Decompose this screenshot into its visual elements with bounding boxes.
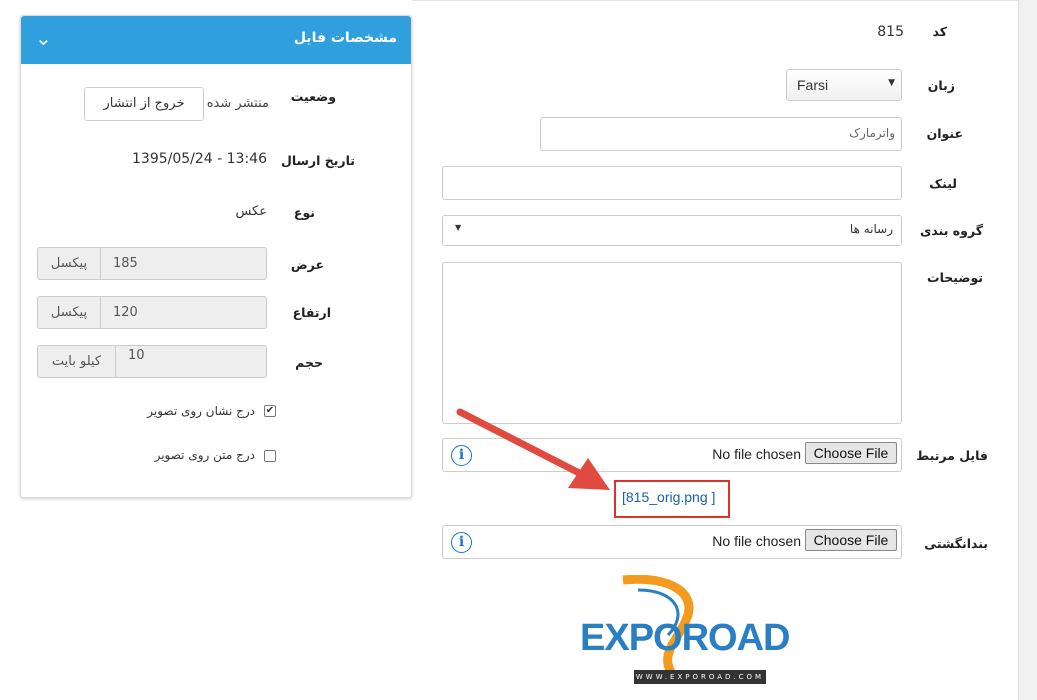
- height-value: 120: [113, 305, 138, 320]
- logo-url: WWW.EXPOROAD.COM: [634, 670, 766, 684]
- link-input[interactable]: [442, 166, 902, 200]
- status-label: وضعیت: [290, 89, 336, 104]
- width-label: عرض: [290, 257, 324, 272]
- watermark-checkbox[interactable]: ✔: [264, 405, 276, 417]
- status-value: منتشر شده: [206, 96, 269, 111]
- code-label: کد: [932, 24, 948, 39]
- unpublish-button[interactable]: خروج از انتشار: [84, 87, 204, 121]
- thumbnail-input[interactable]: i No file chosen Choose File: [442, 525, 902, 559]
- size-value: 10: [128, 348, 145, 363]
- link-label: لینک: [929, 176, 957, 191]
- logo-text: EXPOROAD: [580, 617, 790, 659]
- card-title: مشخصات فایل: [293, 30, 397, 46]
- description-label: توضیحات: [927, 270, 983, 285]
- watermark-checkbox-label: درج نشان روی تصویر: [147, 404, 255, 418]
- height-unit: پیکسل: [38, 297, 101, 328]
- dropdown-arrow-icon: ▼: [888, 78, 895, 88]
- title-input[interactable]: واترمارک: [540, 117, 902, 151]
- date-label: تاریخ ارسال: [281, 153, 355, 168]
- exporoad-logo: EXPOROAD WWW.EXPOROAD.COM: [578, 575, 790, 687]
- card-header[interactable]: مشخصات فایل ⌄: [21, 16, 411, 64]
- no-file-text: No file chosen: [712, 533, 801, 549]
- category-label: گروه بندی: [919, 223, 983, 238]
- scrollbar[interactable]: [1018, 0, 1037, 700]
- text-checkbox-label: درج متن روی تصویر: [154, 448, 255, 462]
- size-label: حجم: [295, 355, 323, 370]
- related-file-link[interactable]: [815_orig.png ]: [622, 489, 715, 505]
- language-select[interactable]: Farsi ▼: [786, 69, 902, 101]
- chevron-down-icon[interactable]: ⌄: [35, 26, 52, 50]
- type-value: عکس: [235, 204, 267, 219]
- arrow-annotation: [456, 408, 610, 490]
- title-label: عنوان: [926, 126, 963, 141]
- size-unit: کیلو بایت: [38, 346, 116, 377]
- language-label: زبان: [927, 78, 955, 93]
- height-label: ارتفاع: [292, 305, 331, 320]
- code-value: 815: [877, 24, 904, 40]
- category-value: رسانه ها: [849, 222, 893, 236]
- choose-file-button[interactable]: Choose File: [805, 529, 897, 551]
- height-field: پیکسل 120: [37, 296, 267, 329]
- no-file-text: No file chosen: [712, 446, 801, 462]
- top-border: [412, 0, 1018, 1]
- title-value: واترمارک: [849, 126, 895, 140]
- info-icon[interactable]: i: [451, 532, 472, 553]
- choose-file-button[interactable]: Choose File: [805, 442, 897, 464]
- date-value: 1395/05/24 - 13:46: [132, 151, 267, 167]
- dropdown-arrow-icon: ▼: [455, 223, 462, 232]
- width-value: 185: [113, 256, 138, 271]
- width-field: پیکسل 185: [37, 247, 267, 280]
- size-field: کیلو بایت 10: [37, 345, 267, 378]
- file-properties-card: مشخصات فایل ⌄ وضعیت منتشر شده خروج از ان…: [20, 15, 412, 498]
- language-value: Farsi: [797, 77, 829, 93]
- type-label: نوع: [293, 205, 315, 220]
- thumbnail-label: بندانگشتی: [924, 536, 988, 551]
- related-file-label: فایل مرتبط: [916, 448, 988, 463]
- text-checkbox[interactable]: [264, 450, 276, 462]
- category-select[interactable]: رسانه ها ▼: [442, 215, 902, 246]
- width-unit: پیکسل: [38, 248, 101, 279]
